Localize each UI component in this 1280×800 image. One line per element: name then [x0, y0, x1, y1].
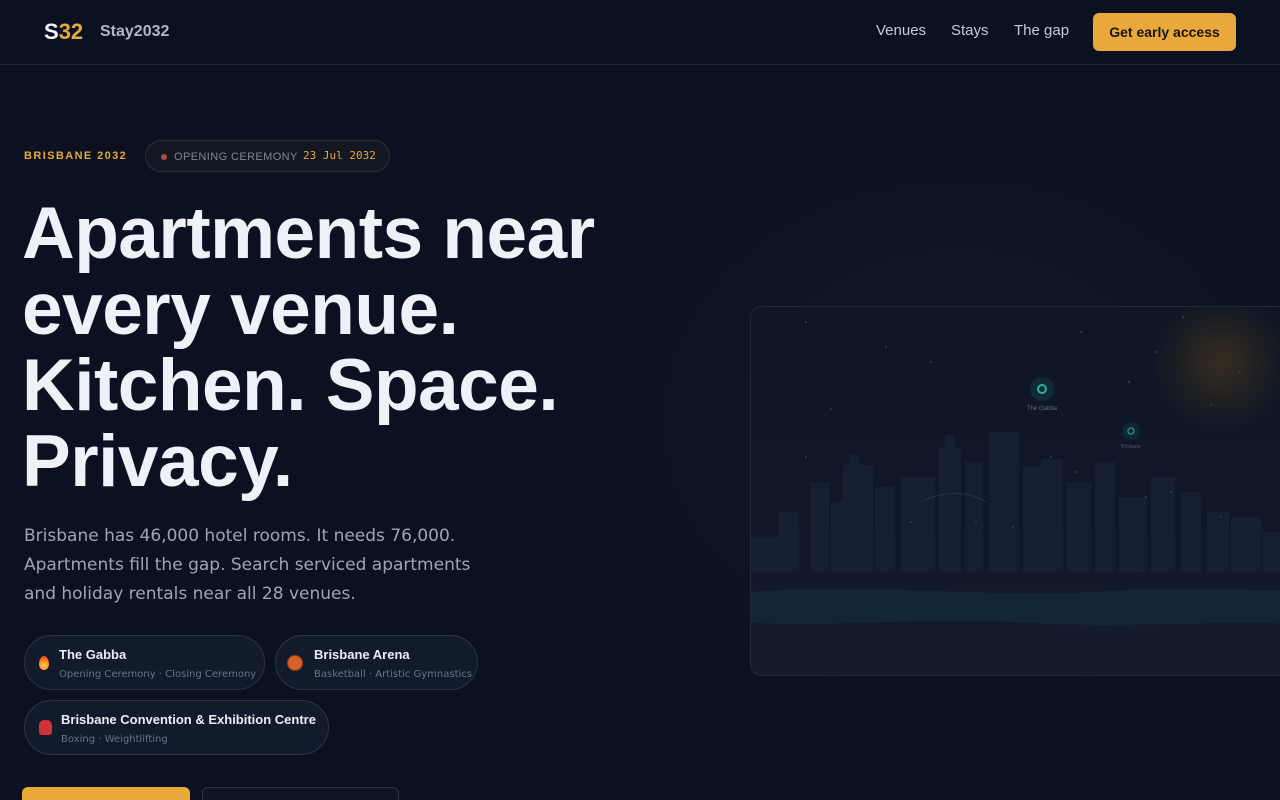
- nav-link-venues[interactable]: Venues: [876, 22, 926, 40]
- flame-icon: [34, 653, 54, 673]
- venue-name: Brisbane Convention & Exhibition Centre: [61, 712, 316, 727]
- secondary-action-button[interactable]: [202, 787, 399, 800]
- basketball-icon: [285, 653, 305, 673]
- hero-headline: Apartments near every venue. Kitchen. Sp…: [22, 196, 662, 500]
- brand-name[interactable]: Stay2032: [100, 22, 169, 42]
- nav-link-the-gap[interactable]: The gap: [1014, 22, 1069, 40]
- venue-map-panel[interactable]: The Gabba Brisbane: [750, 306, 1280, 676]
- headline-line: Privacy.: [22, 421, 293, 502]
- venue-events: Boxing · Weightlifting: [61, 734, 168, 745]
- top-navigation-bar: S32 Stay2032 Venues Stays The gap Get ea…: [0, 0, 1280, 65]
- logo-mark[interactable]: S32: [44, 19, 83, 45]
- venue-events: Basketball · Artistic Gymnastics: [314, 669, 473, 680]
- venue-name: Brisbane Arena: [314, 647, 410, 662]
- logo-letter: S: [44, 19, 59, 44]
- primary-action-button[interactable]: [22, 787, 190, 800]
- nav-link-stays[interactable]: Stays: [951, 22, 989, 40]
- headline-line: Apartments near: [22, 193, 595, 274]
- map-marker-the-gabba[interactable]: [1030, 377, 1054, 401]
- pill-date: 23 Jul 2032: [303, 149, 376, 162]
- venue-chip-convention-centre[interactable]: Brisbane Convention & Exhibition Centre …: [24, 700, 329, 755]
- map-marker-brisbane[interactable]: [1122, 422, 1140, 440]
- opening-ceremony-pill: OPENING CEREMONY 23 Jul 2032: [145, 140, 390, 172]
- venue-chip-brisbane-arena[interactable]: Brisbane Arena Basketball · Artistic Gym…: [275, 635, 478, 690]
- venue-name: The Gabba: [59, 647, 127, 662]
- get-early-access-button[interactable]: Get early access: [1093, 13, 1236, 51]
- eyebrow-label: BRISBANE 2032: [24, 150, 128, 162]
- city-skyline: [751, 432, 1280, 572]
- venue-chip-the-gabba[interactable]: The Gabba Opening Ceremony · Closing Cer…: [24, 635, 265, 690]
- headline-line: Kitchen. Space.: [22, 345, 559, 426]
- marker-label-the-gabba: The Gabba: [1027, 406, 1058, 412]
- marker-label-brisbane: Brisbane: [1121, 444, 1141, 450]
- logo-number: 32: [58, 19, 84, 44]
- ground: [751, 625, 1280, 675]
- river: [751, 588, 1280, 625]
- skyline-illustration: The Gabba Brisbane: [751, 307, 1280, 675]
- moon-glow: [1151, 307, 1280, 432]
- venue-events: Opening Ceremony · Closing Ceremony: [59, 669, 257, 680]
- boxing-glove-icon: [35, 718, 55, 738]
- pill-label: OPENING CEREMONY: [174, 151, 298, 163]
- status-dot-icon: [161, 154, 167, 160]
- headline-line: every venue.: [22, 269, 459, 350]
- hero-subtext: Brisbane has 46,000 hotel rooms. It need…: [24, 526, 471, 604]
